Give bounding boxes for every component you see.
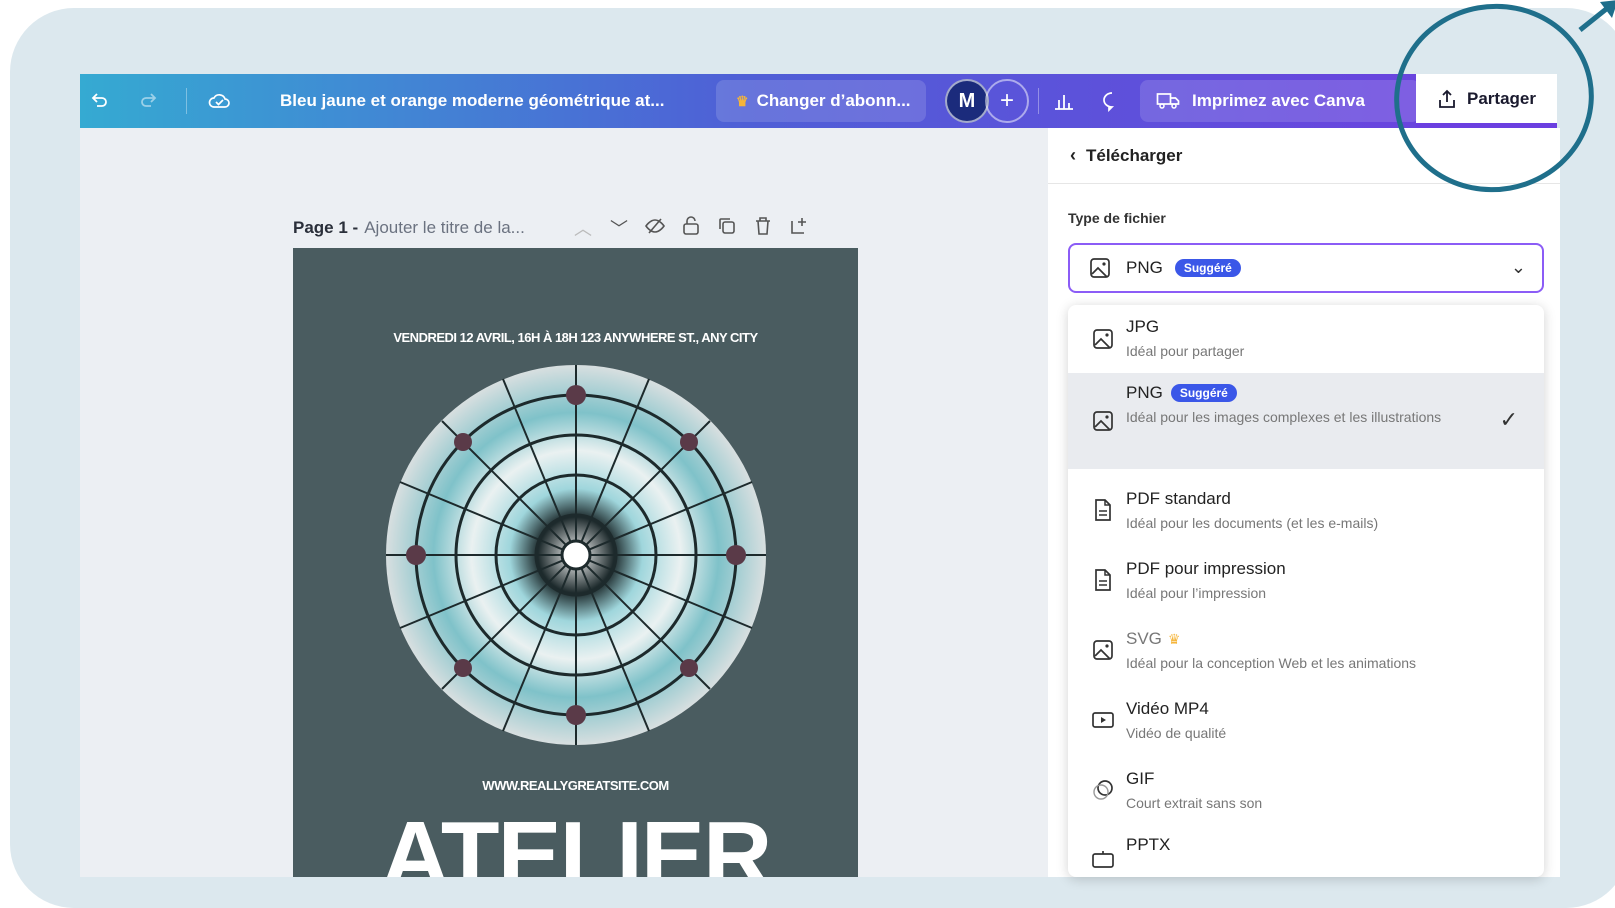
option-mp4[interactable]: Vidéo MP4 Vidéo de qualité — [1068, 685, 1544, 755]
arrow-icon — [1578, 0, 1615, 32]
option-title: Vidéo MP4 — [1126, 699, 1209, 718]
poster-title: ATELIER — [380, 802, 773, 878]
file-type-select[interactable]: PNG Suggéré ⌄ — [1068, 243, 1544, 293]
option-desc: Idéal pour les images complexes et les i… — [1126, 409, 1442, 425]
chevron-down-icon: ⌄ — [1510, 257, 1526, 277]
option-title: PPTX — [1126, 835, 1171, 854]
redo-icon[interactable] — [132, 74, 166, 128]
divider — [186, 88, 187, 114]
crown-icon: ♛ — [1167, 630, 1181, 647]
page-label: Page 1 - — [293, 218, 359, 237]
document-title[interactable]: Bleu jaune et orange moderne géométrique… — [280, 74, 664, 128]
document-icon — [1090, 567, 1116, 593]
mandala-image — [386, 365, 766, 745]
duplicate-icon[interactable] — [709, 217, 745, 240]
video-icon — [1090, 707, 1116, 733]
option-desc: Idéal pour partager — [1126, 343, 1245, 359]
option-pdf-print[interactable]: PDF pour impression Idéal pour l’impress… — [1068, 545, 1544, 615]
option-desc: Idéal pour la conception Web et les anim… — [1126, 655, 1417, 671]
upgrade-button[interactable]: ♛ Changer d’abonn... — [716, 80, 926, 122]
upgrade-label: Changer d’abonn... — [756, 91, 911, 110]
page-header: Page 1 - Ajouter le titre de la... — [293, 210, 525, 246]
poster-website: WWW.REALLYGREATSITE.COM — [482, 778, 669, 793]
selected-file-type: PNG — [1126, 258, 1163, 277]
analytics-icon[interactable] — [1042, 74, 1086, 128]
print-label: Imprimez avec Canva — [1192, 91, 1365, 110]
option-desc: Vidéo de qualité — [1126, 725, 1227, 741]
undo-icon[interactable] — [82, 74, 116, 128]
gif-icon — [1090, 777, 1116, 803]
option-gif[interactable]: GIF Court extrait sans son — [1068, 755, 1544, 825]
file-type-label: Type de fichier — [1068, 210, 1166, 226]
design-poster[interactable]: VENDREDI 12 AVRIL, 16H À 18H 123 ANYWHER… — [293, 248, 858, 877]
option-jpg[interactable]: JPG Idéal pour partager — [1068, 305, 1544, 373]
crown-icon: ♛ — [736, 92, 749, 109]
print-button[interactable]: Imprimez avec Canva — [1140, 80, 1420, 122]
image-icon — [1088, 256, 1112, 280]
chevron-up-icon[interactable]: ︿ — [565, 215, 601, 241]
trash-icon[interactable] — [745, 216, 781, 241]
cloud-saved-icon[interactable] — [202, 74, 236, 128]
option-title: PDF standard — [1126, 489, 1231, 508]
presentation-icon — [1090, 847, 1116, 873]
divider — [1038, 88, 1039, 114]
option-title: SVG — [1126, 629, 1162, 648]
add-page-icon[interactable] — [781, 216, 817, 241]
option-title: GIF — [1126, 769, 1155, 788]
download-title: Télécharger — [1086, 145, 1183, 165]
truck-icon — [1156, 92, 1180, 110]
option-pdf-standard[interactable]: PDF standard Idéal pour les documents (e… — [1068, 475, 1544, 545]
option-pptx[interactable]: PPTX — [1068, 825, 1544, 877]
poster-date-line: VENDREDI 12 AVRIL, 16H À 18H 123 ANYWHER… — [393, 330, 758, 345]
option-desc: Idéal pour l’impression — [1126, 585, 1267, 601]
avatar[interactable]: M — [945, 79, 989, 123]
page-title-input[interactable]: Ajouter le titre de la... — [364, 218, 525, 238]
add-collaborator-button[interactable]: + — [985, 79, 1029, 123]
checkmark-icon: ✓ — [1499, 407, 1518, 432]
editor-topbar: Bleu jaune et orange moderne géométrique… — [80, 74, 1557, 128]
option-title: PNG — [1126, 383, 1163, 402]
option-title-row: PNG Suggéré — [1126, 383, 1237, 403]
suggested-badge: Suggéré — [1170, 384, 1237, 402]
page-toolbar: ︿ ﹀ — [565, 210, 817, 246]
option-desc: Court extrait sans son — [1126, 795, 1263, 811]
option-desc: Idéal pour les documents (et les e-mails… — [1126, 515, 1379, 531]
option-title: PDF pour impression — [1126, 559, 1286, 578]
suggested-badge: Suggéré — [1174, 259, 1241, 277]
option-png[interactable]: PNG Suggéré Idéal pour les images comple… — [1068, 373, 1544, 469]
image-icon — [1090, 326, 1116, 352]
lock-icon[interactable] — [673, 215, 709, 241]
document-icon — [1090, 497, 1116, 523]
option-title-row: SVG ♛ — [1126, 629, 1180, 649]
hide-icon[interactable] — [637, 217, 673, 240]
chevron-left-icon[interactable]: ‹ — [1070, 145, 1076, 166]
file-type-dropdown: JPG Idéal pour partager PNG Suggéré Idéa… — [1068, 305, 1544, 877]
chevron-down-icon[interactable]: ﹀ — [601, 215, 637, 241]
image-icon — [1090, 408, 1116, 434]
comment-icon[interactable] — [1090, 74, 1134, 128]
image-icon — [1090, 637, 1116, 663]
option-title: JPG — [1126, 317, 1160, 336]
option-svg[interactable]: SVG ♛ Idéal pour la conception Web et le… — [1068, 615, 1544, 685]
